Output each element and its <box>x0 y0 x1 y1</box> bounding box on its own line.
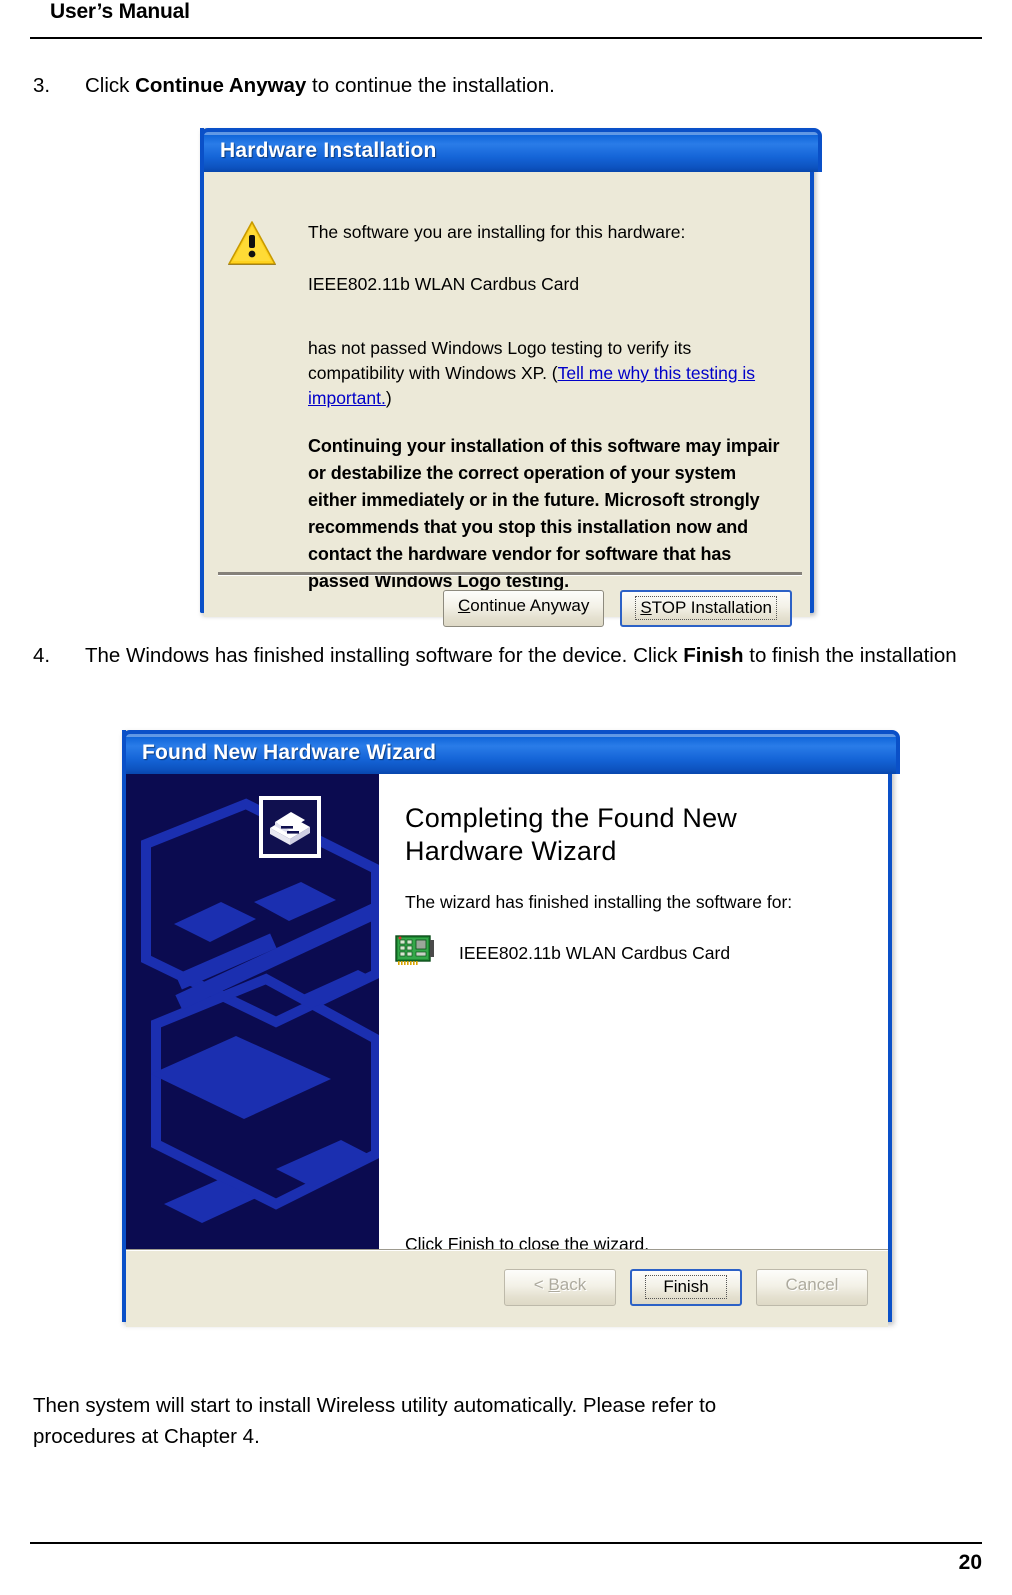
stop-installation-accelerator: S <box>640 598 652 617</box>
continue-anyway-button[interactable]: Continue Anyway <box>442 590 605 627</box>
hardware-installation-titlebar: Hardware Installation <box>200 128 822 172</box>
wizard-sidebar-panel <box>126 774 379 1250</box>
page-header: User’s Manual <box>0 0 1012 50</box>
wizard-title: Found New Hardware Wizard <box>142 741 437 764</box>
wizard-device-row: IEEE802.11b WLAN Cardbus Card <box>395 934 730 973</box>
wizard-subtitle: The wizard has finished installing the s… <box>405 892 793 912</box>
step-4-text: The Windows has finished installing soft… <box>85 640 980 671</box>
back-button[interactable]: < Back <box>504 1269 616 1306</box>
wizard-sidebar-watermark <box>126 774 379 1250</box>
continue-anyway-label: ontinue Anyway <box>470 596 590 615</box>
page-title: User’s Manual <box>50 0 190 23</box>
hardware-installation-button-row: Continue Anyway STOP Installation <box>442 590 792 627</box>
hardware-compat-text-2: ) <box>385 388 392 408</box>
computer-device-icon <box>259 796 321 858</box>
step-4-text-before: The Windows has finished installing soft… <box>85 644 684 667</box>
wizard-main-panel: Completing the Found New Hardware Wizard… <box>379 774 888 1254</box>
stop-installation-label: TOP Installation <box>651 598 772 617</box>
page-number: 20 <box>958 1551 982 1574</box>
step-3-text-before: Click <box>85 74 136 97</box>
step-3-text-after: to continue the installation. <box>306 74 555 97</box>
cancel-button[interactable]: Cancel <box>756 1269 868 1306</box>
found-new-hardware-wizard-dialog: Found New Hardware Wizard Completing the… <box>122 730 900 1327</box>
continue-anyway-accelerator: C <box>457 596 471 615</box>
step-4-bold: Finish <box>683 644 744 667</box>
hardware-installation-body: The software you are installing for this… <box>204 172 810 627</box>
back-button-prefix: < <box>533 1275 549 1294</box>
step-3-text: Click Continue Anyway to continue the in… <box>85 70 980 101</box>
closing-paragraph: Then system will start to install Wirele… <box>33 1390 982 1452</box>
wizard-titlebar: Found New Hardware Wizard <box>122 730 900 774</box>
step-3-number: 3. <box>33 74 51 97</box>
wizard-heading: Completing the Found New Hardware Wizard <box>405 803 737 866</box>
hardware-installation-title: Hardware Installation <box>220 139 437 162</box>
back-button-accelerator: B <box>548 1275 560 1294</box>
finish-button-label: Finish <box>645 1275 727 1299</box>
warning-triangle-icon <box>226 220 278 268</box>
closing-paragraph-line1: Then system will start to install Wirele… <box>33 1394 717 1417</box>
step-4-text-after: to finish the installation <box>743 644 957 667</box>
wizard-content: Completing the Found New Hardware Wizard… <box>126 774 888 1254</box>
wizard-device-name: IEEE802.11b WLAN Cardbus Card <box>459 943 731 963</box>
wizard-button-bar: < Back Finish Cancel <box>126 1249 888 1327</box>
closing-paragraph-line2: procedures at Chapter 4. <box>33 1425 260 1448</box>
footer-divider <box>30 1542 982 1544</box>
stop-installation-button[interactable]: STOP Installation <box>620 590 792 627</box>
hardware-compat-paragraph: has not passed Windows Logo testing to v… <box>308 336 788 411</box>
hardware-warning-paragraph: Continuing your installation of this sof… <box>308 436 780 591</box>
step-3-bold: Continue Anyway <box>135 74 307 97</box>
wizard-button-row: < Back Finish Cancel <box>504 1269 868 1306</box>
hardware-device-name: IEEE802.11b WLAN Cardbus Card <box>308 274 580 294</box>
header-divider <box>30 37 982 39</box>
step-4-number: 4. <box>33 644 51 667</box>
hardware-installation-dialog: Hardware Installation The software you a… <box>200 128 822 627</box>
finish-button[interactable]: Finish <box>630 1269 742 1306</box>
hardware-intro-line: The software you are installing for this… <box>308 222 686 242</box>
network-card-icon <box>395 934 437 973</box>
hardware-installation-separator <box>218 572 802 576</box>
back-button-label: ack <box>559 1275 587 1294</box>
hardware-installation-text-column: The software you are installing for this… <box>308 220 788 595</box>
